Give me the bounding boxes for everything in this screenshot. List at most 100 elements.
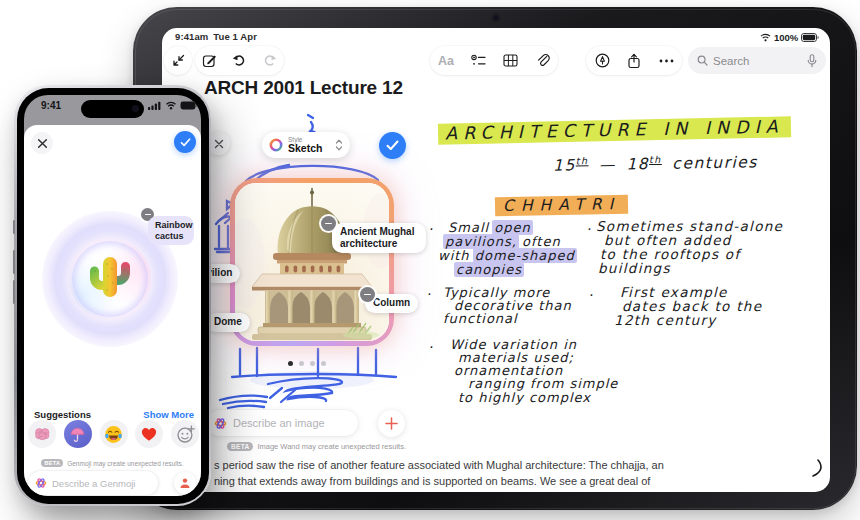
front-camera: [132, 105, 139, 112]
battery-percent-label: 100%: [774, 32, 798, 43]
checklist-icon: [471, 54, 486, 67]
close-icon: [214, 139, 224, 149]
show-more-link[interactable]: Show More: [143, 409, 194, 420]
ellipsis-icon: [659, 59, 674, 63]
checklist-button[interactable]: [464, 47, 492, 75]
pager-dot: [321, 361, 326, 366]
mic-icon[interactable]: [807, 54, 817, 68]
iphone-bezel: 9:41: [17, 88, 209, 504]
iphone-status-time: 9:41: [41, 100, 61, 111]
suggestion-laughing[interactable]: [100, 420, 128, 448]
beta-notice: BETA Genmoji may create unexpected resul…: [24, 459, 201, 467]
share-icon: [627, 53, 641, 69]
redo-icon: [262, 53, 277, 68]
collapse-icon: [172, 54, 185, 67]
hand-note-line: with dome-shaped: [438, 249, 575, 263]
hand-note-line: to highly complex: [458, 391, 591, 405]
suggestion-brain[interactable]: [28, 420, 56, 448]
suggestion-heart[interactable]: [135, 420, 163, 448]
undo-button[interactable]: [225, 47, 253, 75]
more-button[interactable]: [652, 47, 680, 75]
style-value: Sketch: [288, 143, 322, 154]
wifi-icon: [165, 101, 177, 110]
hand-sub-18: 18: [626, 155, 649, 173]
person-genmoji-button[interactable]: [174, 472, 196, 494]
ipad-status-left: 9:41amTue 1 Apr: [175, 31, 257, 42]
genmoji-sheet: Rainbow cactus Suggestions Show More: [24, 125, 201, 496]
rainbow-cactus-genmoji: [82, 251, 138, 307]
hand-bullet: ·: [428, 221, 432, 237]
compose-button[interactable]: [196, 47, 224, 75]
search-placeholder: Search: [713, 55, 749, 67]
hand-sub-th2: th: [649, 154, 662, 165]
hand-text: Small: [448, 220, 494, 235]
genmoji-sparkle-icon: [35, 477, 47, 489]
beta-badge: BETA: [41, 459, 63, 467]
table-button[interactable]: [496, 47, 524, 75]
hand-heading-text: ARCHITECTURE IN INDIA: [438, 116, 791, 144]
accept-genmoji-button[interactable]: [174, 131, 196, 153]
action-button: [13, 220, 16, 234]
add-emoji-icon: [176, 425, 195, 444]
dynamic-island: [81, 100, 144, 118]
beta-notice: BETA Image Wand may create unexpected re…: [227, 442, 406, 451]
hand-text: with: [438, 248, 475, 263]
tag-label: Ancient Mughal architecture: [340, 226, 414, 249]
image-tag-chip[interactable]: Ancient Mughal architecture: [332, 223, 426, 253]
markup-button[interactable]: [588, 47, 616, 75]
iphone-status-icons: [148, 101, 198, 110]
search-icon: [697, 55, 708, 66]
search-field[interactable]: Search: [688, 47, 826, 74]
add-image-button[interactable]: [378, 410, 405, 437]
beta-text: Genmoji may create unexpected results.: [67, 460, 183, 467]
describe-genmoji-input[interactable]: Describe a Genmoji: [28, 471, 158, 495]
describe-image-placeholder: Describe an image: [233, 417, 325, 429]
pen-stroke: [813, 460, 821, 476]
chhatri-illustration: [235, 183, 389, 341]
hand-note-line: buildings: [598, 262, 671, 276]
wifi-icon: [760, 33, 771, 42]
toolbar-group-actions: [586, 46, 682, 75]
iphone-device: 9:41: [14, 85, 211, 506]
toolbar-group-collapse: [164, 46, 192, 75]
ipad-status-date: Tue 1 Apr: [213, 31, 257, 42]
style-picker[interactable]: StyleSketch: [262, 132, 350, 158]
heart-emoji-icon: [140, 426, 158, 442]
text-format-button[interactable]: Aa: [432, 47, 460, 75]
image-tag-chip[interactable]: Dome: [206, 313, 250, 332]
hand-bullet: ·: [588, 287, 592, 303]
hand-heading: ARCHITECTURE IN INDIA: [438, 116, 791, 143]
redo-button[interactable]: [255, 47, 283, 75]
suggestion-add-emoji[interactable]: [171, 420, 199, 448]
genmoji-tag-chip[interactable]: Rainbow cactus: [148, 216, 194, 245]
hand-text-highlighted: open: [492, 220, 532, 235]
image-variant-pager[interactable]: [288, 361, 326, 366]
note-body-line: s period saw the rise of another feature…: [214, 458, 664, 474]
attach-button[interactable]: [528, 47, 556, 75]
checkmark-icon: [386, 140, 399, 151]
collapse-toolbar-button[interactable]: [164, 47, 192, 75]
generated-image: [235, 183, 389, 341]
hand-note-line: functional: [443, 312, 518, 326]
volume-up-button: [13, 250, 16, 274]
undo-icon: [232, 53, 247, 68]
close-genmoji-button[interactable]: [31, 132, 53, 154]
ipad-status-right: 100%: [760, 32, 819, 43]
table-icon: [503, 54, 518, 67]
remove-tag-button[interactable]: [321, 216, 336, 231]
style-wheel-icon: [269, 138, 283, 152]
hand-section-title: CHHATRI: [495, 195, 629, 215]
remove-tag-button[interactable]: [360, 287, 375, 302]
close-icon: [37, 138, 48, 149]
suggestion-umbrella[interactable]: [64, 420, 92, 448]
ipad-front-camera: [493, 15, 499, 21]
person-icon: [179, 477, 191, 489]
describe-image-input[interactable]: Describe an image: [206, 410, 358, 436]
suggestions-label: Suggestions: [34, 409, 91, 420]
image-wand-card[interactable]: [230, 178, 394, 346]
hand-note-line: canopies: [456, 263, 522, 277]
accept-image-button[interactable]: [379, 132, 406, 159]
toolbar-group-edit: [195, 46, 284, 75]
share-button[interactable]: [620, 47, 648, 75]
pager-dot: [299, 361, 304, 366]
